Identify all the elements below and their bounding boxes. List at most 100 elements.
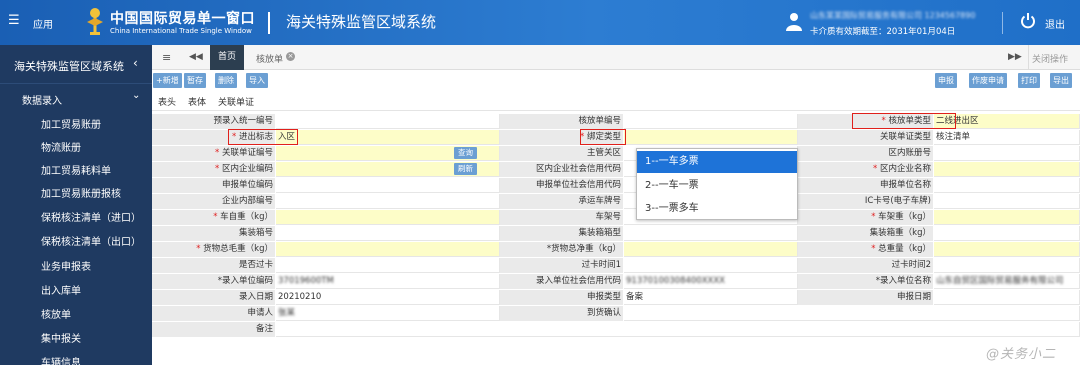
- sidebar-divider: [0, 83, 152, 84]
- binding-type-select[interactable]: [624, 130, 798, 145]
- container-type-input[interactable]: [624, 226, 798, 241]
- entry-date-input[interactable]: 20210210: [276, 290, 500, 305]
- chassis-weight-input[interactable]: [934, 210, 1080, 225]
- void-request-button[interactable]: 作废申请: [969, 73, 1007, 88]
- list-icon[interactable]: ≡: [162, 51, 171, 64]
- form-row: * 区内企业编码 刷新 区内企业社会信用代码 * 区内企业名称: [152, 162, 1080, 177]
- field-label: 到货确认: [500, 306, 624, 321]
- dropdown-option[interactable]: 1--一车多票: [637, 151, 797, 173]
- arrival-confirmation-input[interactable]: [624, 306, 1080, 321]
- release-slip-number-input[interactable]: [624, 114, 798, 129]
- dropdown-option[interactable]: 2--一车一票: [637, 175, 797, 197]
- save-draft-button[interactable]: 暂存: [184, 73, 206, 88]
- zone-account-number-input[interactable]: [934, 146, 1080, 161]
- chevron-down-icon[interactable]: ⌄: [132, 90, 140, 101]
- add-button[interactable]: +新增: [153, 73, 182, 88]
- dropdown-option[interactable]: 3--一票多车: [637, 198, 797, 220]
- declare-button[interactable]: 申报: [935, 73, 957, 88]
- subtab-header[interactable]: 表头: [158, 95, 176, 108]
- query-button[interactable]: 查询: [454, 147, 477, 159]
- form-row: 集装箱号 集装箱箱型 集装箱重（kg）: [152, 226, 1080, 241]
- refresh-button[interactable]: 刷新: [454, 163, 477, 175]
- field-label: 申报单位名称: [798, 178, 934, 193]
- logout-button[interactable]: 退出: [1045, 16, 1065, 31]
- double-chevron-left-icon[interactable]: ◀◀: [189, 52, 203, 62]
- list-icon[interactable]: ☰: [8, 13, 20, 28]
- container-weight-input[interactable]: [934, 226, 1080, 241]
- import-button[interactable]: 导入: [246, 73, 268, 88]
- close-icon[interactable]: ×: [286, 52, 295, 61]
- gross-weight-input[interactable]: [276, 242, 500, 257]
- form-row: 是否过卡 过卡时间1 过卡时间2: [152, 258, 1080, 273]
- chevron-left-icon[interactable]: ‹: [133, 56, 138, 70]
- form-row: 企业内部编号 承运车牌号 IC卡号(电子车牌): [152, 194, 1080, 209]
- related-doc-type-select[interactable]: 核注清单: [934, 130, 1080, 145]
- field-label: 主管关区: [500, 146, 624, 161]
- field-label: 集装箱箱型: [500, 226, 624, 241]
- sidebar-item[interactable]: 加工贸易耗料单: [41, 162, 111, 177]
- sidebar-group-data-entry[interactable]: 数据录入: [22, 92, 62, 107]
- customs-emblem-icon: [87, 8, 103, 35]
- net-weight-input[interactable]: [624, 242, 798, 257]
- subtab-body[interactable]: 表体: [188, 95, 206, 108]
- sidebar-item[interactable]: 加工贸易账册报核: [41, 185, 121, 200]
- pre-entry-number-input[interactable]: [276, 114, 500, 129]
- gate-time-2-input[interactable]: [934, 258, 1080, 273]
- tab-home[interactable]: 首页: [210, 45, 244, 70]
- container-number-input[interactable]: [276, 226, 500, 241]
- close-operations-menu[interactable]: 关闭操作: [1032, 52, 1068, 65]
- in-out-flag-select[interactable]: 入区: [276, 130, 500, 145]
- declaration-date-input[interactable]: [934, 290, 1080, 305]
- field-label: 录入日期: [152, 290, 276, 305]
- sidebar-item[interactable]: 保税核注清单（出口）: [41, 233, 141, 248]
- remarks-input[interactable]: [276, 322, 1080, 337]
- sidebar-title[interactable]: 海关特殊监管区域系统: [14, 58, 124, 74]
- zone-enterprise-name-input[interactable]: [934, 162, 1080, 177]
- gate-time-1-input[interactable]: [624, 258, 798, 273]
- total-weight-input[interactable]: [934, 242, 1080, 257]
- declarant-name-input[interactable]: [934, 178, 1080, 193]
- ic-card-input[interactable]: [934, 194, 1080, 209]
- power-icon[interactable]: [1020, 12, 1036, 30]
- sidebar-item[interactable]: 加工贸易账册: [41, 116, 101, 131]
- subtab-related-docs[interactable]: 关联单证: [218, 95, 254, 108]
- tab-release-slip[interactable]: 核放单: [256, 52, 283, 65]
- field-label: 区内企业社会信用代码: [500, 162, 624, 177]
- delete-button[interactable]: 删除: [215, 73, 237, 88]
- field-label: * 货物总毛重（kg）: [152, 242, 276, 257]
- brand-subtitle: China International Trade Single Window: [110, 27, 252, 35]
- sidebar-item[interactable]: 保税核注清单（进口）: [41, 209, 141, 224]
- declaration-type-input[interactable]: 备案: [624, 290, 798, 305]
- sidebar-item[interactable]: 业务申报表: [41, 258, 91, 273]
- field-label: * 区内企业编码: [152, 162, 276, 177]
- field-label: 备注: [152, 322, 276, 337]
- app-menu-label[interactable]: 应用: [33, 16, 53, 31]
- declarant-code-input[interactable]: [276, 178, 500, 193]
- entry-unit-code-input[interactable]: 37019600TM: [276, 274, 500, 289]
- internal-number-input[interactable]: [276, 194, 500, 209]
- user-icon: [786, 13, 802, 31]
- entry-unit-name-input[interactable]: 山东自贸区国际贸易服务有限公司: [934, 274, 1080, 289]
- sidebar-item[interactable]: 物流账册: [41, 139, 81, 154]
- print-button[interactable]: 打印: [1018, 73, 1040, 88]
- related-doc-number-input[interactable]: 查询: [276, 146, 500, 161]
- header-divider: [268, 12, 270, 34]
- sidebar-item[interactable]: 核放单: [41, 306, 71, 321]
- sidebar-item[interactable]: 出入库单: [41, 282, 81, 297]
- highlight-box: [852, 113, 956, 129]
- sidebar-item[interactable]: 车辆信息: [41, 354, 81, 369]
- field-label: 车架号: [500, 210, 624, 225]
- field-label: *录入单位编码: [152, 274, 276, 289]
- field-label: 集装箱重（kg）: [798, 226, 934, 241]
- required-marker: *: [873, 164, 880, 174]
- entry-unit-credit-code-input[interactable]: 91370100308400XXXX: [624, 274, 798, 289]
- sidebar-item[interactable]: 集中报关: [41, 330, 81, 345]
- vehicle-weight-input[interactable]: [276, 210, 500, 225]
- export-button[interactable]: 导出: [1050, 73, 1072, 88]
- zone-enterprise-code-input[interactable]: 刷新: [276, 162, 500, 177]
- top-header: ☰ 应用 中国国际贸易单一窗口 China International Trad…: [0, 0, 1080, 45]
- field-label: 过卡时间1: [500, 258, 624, 273]
- pass-gate-input[interactable]: [276, 258, 500, 273]
- double-chevron-right-icon[interactable]: ▶▶: [1008, 52, 1022, 62]
- applicant-input[interactable]: 张某: [276, 306, 500, 321]
